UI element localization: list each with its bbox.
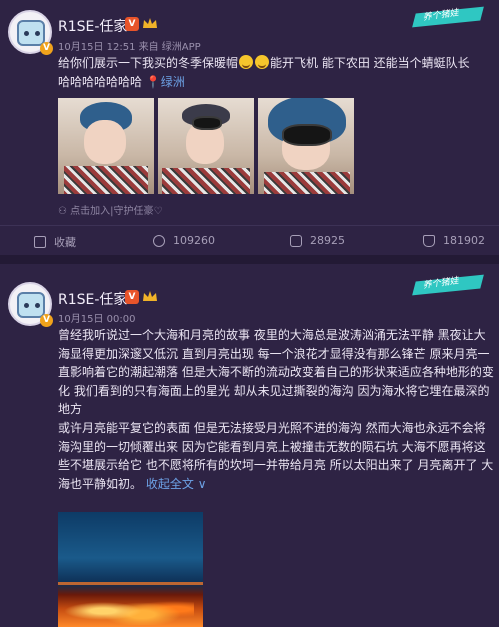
verified-icon: V — [40, 42, 53, 55]
post-text-line2: 哈哈哈哈哈哈哈 — [58, 74, 143, 89]
post-photo-1[interactable] — [58, 98, 154, 194]
post-photo-2[interactable] — [158, 98, 254, 194]
avatar-eye — [35, 303, 40, 308]
comment-count: 28925 — [310, 234, 345, 247]
favorite-button[interactable]: 收藏 — [34, 234, 76, 250]
post-photo-3[interactable] — [258, 98, 354, 194]
favorite-label: 收藏 — [54, 236, 76, 249]
favorite-icon — [34, 236, 46, 248]
crown-icon — [143, 291, 157, 301]
member-banner: 养个猪娃 — [412, 272, 484, 298]
group-icon: ⚇ — [58, 206, 71, 217]
post-actions: 收藏 109260 28925 181902 — [0, 225, 499, 255]
avatar-eye — [24, 31, 29, 36]
post-meta: 10月15日 12:51 来自 绿洲APP — [58, 42, 201, 53]
post-text: 给你们展示一下我买的冬季保暖帽 能开飞机 能下农田 还能当个蜻蜓队长 哈哈哈哈哈哈… — [58, 54, 498, 91]
crown-icon — [143, 18, 157, 28]
post-paragraph-2: 或许月亮能平复它的表面 但是无法接受月光照不进的海沟 然而大海也永远不会将海沟里… — [58, 420, 494, 491]
smile-emoji-icon — [255, 55, 270, 69]
collapse-label: 收起全文 — [145, 476, 194, 491]
member-banner: 养个猪娃 — [412, 4, 484, 30]
comment-icon — [290, 234, 302, 247]
comment-button[interactable]: 28925 — [290, 234, 345, 247]
post-text: 曾经我听说过一个大海和月亮的故事 夜里的大海总是波涛汹涌无法平静 黑夜让大海显得… — [58, 326, 494, 493]
repost-icon — [153, 234, 165, 247]
avatar-eye — [35, 31, 40, 36]
repost-count: 109260 — [173, 234, 215, 247]
like-count: 181902 — [443, 234, 485, 247]
like-icon — [423, 234, 435, 247]
avatar-image — [17, 20, 45, 46]
post-meta: 10月15日 00:00 — [58, 314, 136, 325]
add-group-label: 点击加入|守护任豪♡ — [70, 206, 163, 217]
post-paragraph-1: 曾经我听说过一个大海和月亮的故事 夜里的大海总是波涛汹涌无法平静 黑夜让大海显得… — [58, 328, 494, 417]
verified-icon: V — [40, 314, 53, 327]
post-divider — [0, 255, 499, 264]
avatar-eye — [24, 303, 29, 308]
smile-emoji-icon — [239, 55, 254, 69]
collapse-text-link[interactable]: 收起全文 ∨ — [146, 477, 207, 491]
post-video-thumbnail[interactable] — [58, 512, 203, 627]
vip-icon: V — [125, 17, 139, 31]
location-link[interactable]: 绿洲 — [161, 75, 185, 89]
author-name[interactable]: R1SE-任家 — [58, 289, 127, 309]
post-text-line1: 给你们展示一下我买的冬季保暖帽 — [58, 56, 239, 70]
banner-text: 养个猪娃 — [422, 8, 460, 24]
author-name[interactable]: R1SE-任家 — [58, 16, 127, 36]
repost-button[interactable]: 109260 — [153, 234, 215, 247]
like-button[interactable]: 181902 — [423, 234, 485, 247]
chevron-up-icon: ∨ — [197, 476, 207, 491]
post-card-1: V R1SE-任家 V 10月15日 12:51 来自 绿洲APP 养个猪娃 给… — [0, 0, 499, 255]
add-group-link[interactable]: ⚇ 点击加入|守护任豪♡ — [58, 202, 163, 217]
banner-text: 养个猪娃 — [422, 276, 460, 292]
avatar-image — [17, 292, 45, 318]
fire-image — [64, 590, 194, 625]
location-pin-icon: 📍 — [145, 74, 161, 89]
vip-icon: V — [125, 290, 139, 304]
post-text-line1b: 能开飞机 能下农田 还能当个蜻蜓队长 — [270, 56, 470, 70]
